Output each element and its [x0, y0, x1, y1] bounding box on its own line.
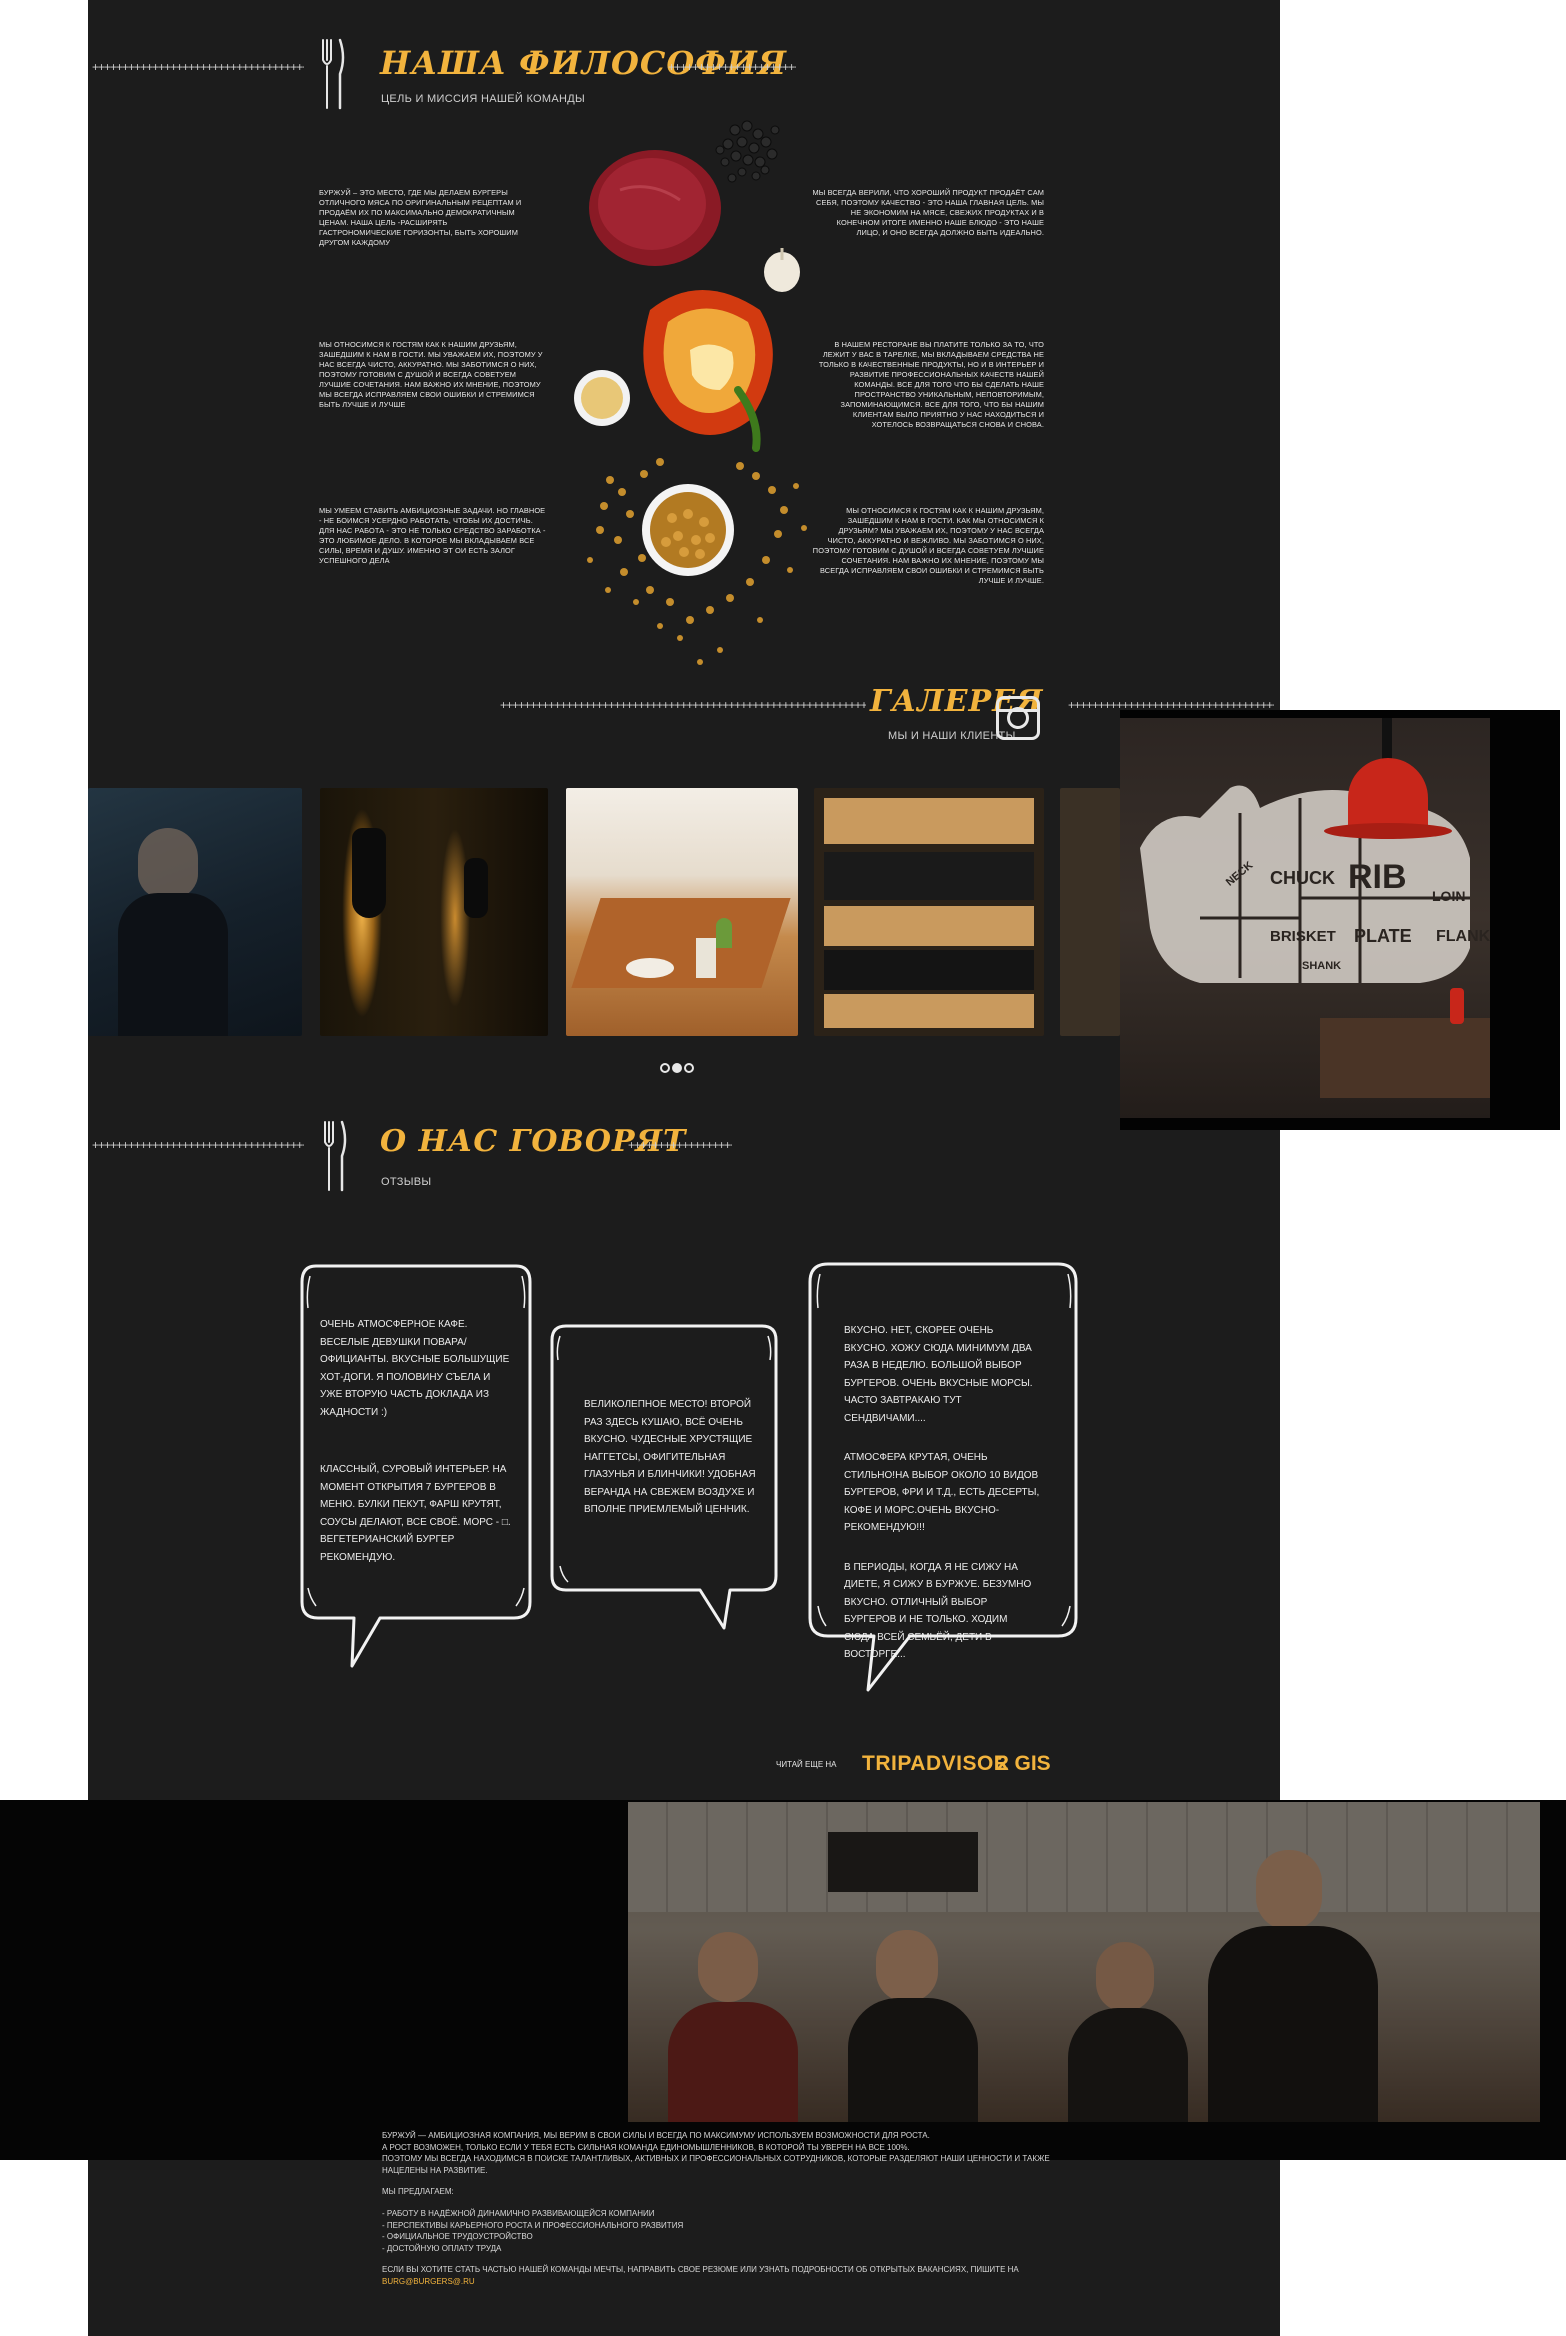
table: [1320, 1018, 1490, 1098]
slider-dot[interactable]: [684, 1063, 694, 1073]
review-text: В ПЕРИОДЫ, КОГДА Я НЕ СИЖУ НА ДИЕТЕ, Я С…: [844, 1561, 1032, 1661]
wooden-crate: [824, 994, 1034, 1028]
gallery-photo-wine-shelf[interactable]: [814, 788, 1044, 1036]
ketchup-bottle: [1450, 988, 1464, 1024]
decorative-line: ++++++++++++++++++++: [628, 1138, 732, 1152]
philosophy-text-2: МЫ ОТНОСИМСЯ К ГОСТЯМ КАК К НАШИМ ДРУЗЬЯ…: [319, 340, 543, 409]
food-ingredients-illustration: [574, 120, 807, 665]
cutlery-icon: [322, 38, 345, 110]
careers-cta: ЕСЛИ ВЫ ХОТИТЕ СТАТЬ ЧАСТЬЮ НАШЕЙ КОМАНД…: [382, 2264, 1062, 2287]
careers-email-link[interactable]: BURG@BURGERS@.RU: [382, 2277, 475, 2286]
red-lamp-shade: [1324, 823, 1452, 839]
review-text: ВЕЛИКОЛЕПНОЕ МЕСТО! ВТОРОЙ РАЗ ЗДЕСЬ КУШ…: [584, 1399, 756, 1515]
philosophy-subtitle: ЦЕЛЬ И МИССИЯ НАШЕЙ КОМАНДЫ: [381, 93, 586, 105]
wooden-crate: [824, 798, 1034, 844]
careers-intro-line: ПОЭТОМУ МЫ ВСЕГДА НАХОДИМСЯ В ПОИСКЕ ТАЛ…: [382, 2154, 1050, 2175]
table: [571, 898, 791, 988]
plant: [716, 918, 732, 948]
gallery-photo-bull-wall[interactable]: [320, 788, 548, 1036]
slider-dot[interactable]: [660, 1063, 670, 1073]
cut-label-brisket: BRISKET: [1270, 928, 1336, 945]
photo-overlay: [628, 1802, 1540, 2122]
team-photo[interactable]: [628, 1802, 1540, 2122]
careers-offer-item: - ОФИЦИАЛЬНОЕ ТРУДОУСТРОЙСТВО: [382, 2232, 533, 2242]
careers-intro-line: БУРЖУЙ — АМБИЦИОЗНАЯ КОМПАНИЯ, МЫ ВЕРИМ …: [382, 2131, 930, 2140]
cut-label-loin: LOIN: [1432, 888, 1466, 904]
decorative-line: ++++++++++++++++++++++++++++++++++++++++…: [92, 1138, 304, 1152]
cut-label-chuck: CHUCK: [1270, 868, 1335, 888]
tripadvisor-link[interactable]: TRIPADVISOR: [862, 1752, 1009, 1776]
review-bubble-1: ОЧЕНЬ АТМОСФЕРНОЕ КАФЕ. ВЕСЕЛЫЕ ДЕВУШКИ …: [320, 1316, 512, 1606]
bull-head-silhouette: [464, 858, 488, 918]
gallery-photo-waitress[interactable]: [88, 788, 302, 1036]
philosophy-text-5: В НАШЕМ РЕСТОРАНЕ ВЫ ПЛАТИТЕ ТОЛЬКО ЗА Т…: [818, 340, 1044, 429]
red-lamp: [1348, 758, 1428, 828]
gallery-slider-dots: [660, 1063, 694, 1073]
instagram-icon[interactable]: [996, 696, 1040, 740]
slider-dot-active[interactable]: [672, 1063, 682, 1073]
instagram-band: [999, 709, 1037, 712]
wooden-crate: [824, 906, 1034, 946]
bull-head-silhouette: [352, 828, 386, 918]
philosophy-text-6: МЫ ОТНОСИМСЯ К ГОСТЯМ КАК К НАШИМ ДРУЗЬЯ…: [812, 506, 1044, 585]
2gis-link[interactable]: 2 GIS: [997, 1752, 1051, 1776]
review-text: АТМОСФЕРА КРУТАЯ, ОЧЕНЬ СТИЛЬНО!НА ВЫБОР…: [844, 1452, 1040, 1533]
decorative-line: ++++++++++++++++++++++++++++++++++++++++…: [500, 698, 866, 712]
review-text: ОЧЕНЬ АТМОСФЕРНОЕ КАФЕ. ВЕСЕЛЫЕ ДЕВУШКИ …: [320, 1319, 510, 1418]
person-head: [138, 828, 198, 898]
careers-text: БУРЖУЙ — АМБИЦИОЗНАЯ КОМПАНИЯ, МЫ ВЕРИМ …: [382, 2130, 1062, 2288]
glass: [696, 938, 716, 978]
plate: [626, 958, 674, 978]
reviews-subtitle: ОТЗЫВЫ: [381, 1176, 432, 1188]
gallery-photo-veranda-table[interactable]: [566, 788, 798, 1036]
careers-offer-item: - РАБОТУ В НАДЁЖНОЙ ДИНАМИЧНО РАЗВИВАЮЩЕ…: [382, 2208, 655, 2218]
decorative-line: +++++++++++++++++++++++++: [668, 60, 796, 74]
featured-photo-cow-chart[interactable]: CHUCK RIB BRISKET PLATE FLANK LOIN NECK …: [1120, 718, 1490, 1118]
wine-bottles: [824, 950, 1034, 990]
featured-photo-border: [1490, 718, 1498, 1118]
read-more-label: ЧИТАЙ ЕЩЕ НА: [776, 1760, 837, 1769]
cut-label-shank: SHANK: [1302, 960, 1342, 972]
careers-intro-line: А РОСТ ВОЗМОЖЕН, ТОЛЬКО ЕСЛИ У ТЕБЯ ЕСТЬ…: [382, 2142, 910, 2152]
person-body: [118, 893, 228, 1036]
careers-offer-title: МЫ ПРЕДЛАГАЕМ:: [382, 2187, 454, 2197]
review-text: КЛАССНЫЙ, СУРОВЫЙ ИНТЕРЬЕР. НА МОМЕНТ ОТ…: [320, 1464, 511, 1563]
gallery-photo-partial[interactable]: [1060, 788, 1120, 1036]
review-text: ВКУСНО. НЕТ, СКОРЕЕ ОЧЕНЬ ВКУСНО. ХОЖУ С…: [844, 1325, 1033, 1424]
careers-offer-item: - ДОСТОЙНУЮ ОПЛАТУ ТРУДА: [382, 2243, 502, 2253]
wine-bottles: [824, 852, 1034, 900]
decorative-line: ++++++++++++++++++++++++++++++++++++++++…: [92, 60, 304, 74]
cut-label-flank: FLANK: [1436, 928, 1490, 945]
review-bubble-2: ВЕЛИКОЛЕПНОЕ МЕСТО! ВТОРОЙ РАЗ ЗДЕСЬ КУШ…: [584, 1396, 764, 1559]
philosophy-text-1: БУРЖУЙ – ЭТО МЕСТО, ГДЕ МЫ ДЕЛАЕМ БУРГЕР…: [319, 188, 522, 247]
careers-offer-item: - ПЕРСПЕКТИВЫ КАРЬЕРНОГО РОСТА И ПРОФЕСС…: [382, 2220, 684, 2230]
cutlery-icon: [324, 1120, 347, 1192]
cut-label-rib: RIB: [1348, 858, 1407, 896]
wall-light: [440, 828, 470, 1008]
philosophy-text-3: МЫ УМЕЕМ СТАВИТЬ АМБИЦИОЗНЫЕ ЗАДАЧИ. НО …: [319, 506, 546, 565]
philosophy-text-4: МЫ ВСЕГДА ВЕРИЛИ, ЧТО ХОРОШИЙ ПРОДУКТ ПР…: [812, 188, 1044, 237]
review-bubble-3: ВКУСНО. НЕТ, СКОРЕЕ ОЧЕНЬ ВКУСНО. ХОЖУ С…: [844, 1322, 1040, 1704]
careers-cta-text: ЕСЛИ ВЫ ХОТИТЕ СТАТЬ ЧАСТЬЮ НАШЕЙ КОМАНД…: [382, 2265, 1019, 2275]
cut-label-plate: PLATE: [1354, 926, 1412, 946]
